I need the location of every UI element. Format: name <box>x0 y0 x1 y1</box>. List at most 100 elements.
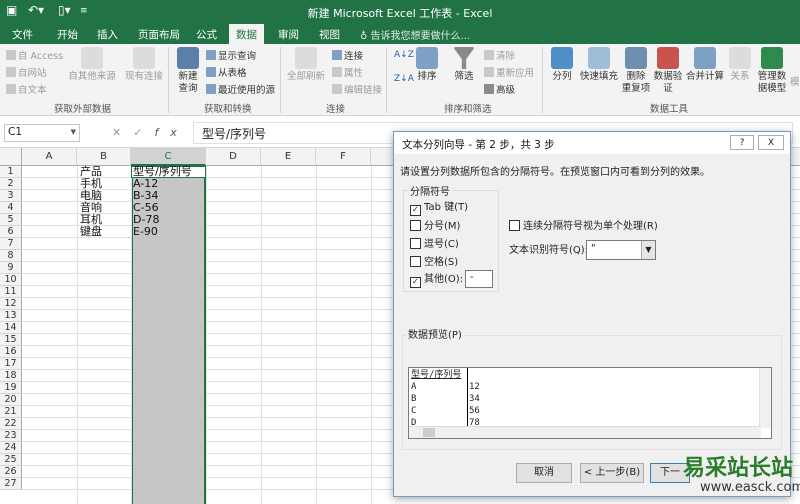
tab-review[interactable]: 审阅 <box>278 27 299 42</box>
text-qualifier-select[interactable]: " ▼ <box>586 240 656 260</box>
show-queries-icon <box>206 50 216 60</box>
sort-desc-icon[interactable]: Z↓A <box>394 74 414 84</box>
semicolon-delimiter-checkbox[interactable]: 分号(M) <box>410 220 460 233</box>
row-header[interactable]: 22 <box>0 418 22 430</box>
refresh-all-button[interactable]: 全部刷新 <box>284 47 328 83</box>
tell-me-box[interactable]: ♁ 告诉我您想要做什么... <box>360 27 470 42</box>
row-header[interactable]: 2 <box>0 178 22 190</box>
from-other-sources-button[interactable]: 自其他来源 <box>66 47 118 83</box>
back-button[interactable]: < 上一步(B) <box>580 463 644 483</box>
select-all-corner[interactable] <box>0 148 22 166</box>
preview-horizontal-scrollbar[interactable] <box>409 426 761 438</box>
tab-formulas[interactable]: 公式 <box>196 27 217 42</box>
row-header[interactable]: 27 <box>0 478 22 490</box>
tab-home[interactable]: 开始 <box>57 27 78 42</box>
row-header[interactable]: 5 <box>0 214 22 226</box>
row-header[interactable]: 1 <box>0 166 22 178</box>
row-header[interactable]: 15 <box>0 334 22 346</box>
row-header[interactable]: 9 <box>0 262 22 274</box>
column-header-d[interactable]: D <box>206 148 261 166</box>
reapply-button[interactable]: 重新应用 <box>484 65 534 79</box>
flash-fill-icon <box>588 47 610 69</box>
chevron-down-icon[interactable]: ▼ <box>71 128 76 136</box>
text-to-columns-button[interactable]: 分列 <box>548 47 576 83</box>
tab-data[interactable]: 数据 <box>229 24 264 44</box>
text-file-icon <box>6 84 16 94</box>
sort-button[interactable]: 排序 <box>412 47 442 83</box>
data-model-icon <box>761 47 783 69</box>
row-header[interactable]: 10 <box>0 274 22 286</box>
tab-insert[interactable]: 插入 <box>97 27 118 42</box>
preview-vertical-scrollbar[interactable] <box>759 368 771 428</box>
preview-cell: 56 <box>469 406 480 416</box>
row-header[interactable]: 4 <box>0 202 22 214</box>
cell-c6[interactable]: E-90 <box>133 226 158 238</box>
row-header[interactable]: 25 <box>0 454 22 466</box>
other-delimiter-input[interactable]: - <box>465 270 493 288</box>
consolidate-button[interactable]: 合并计算 <box>684 47 726 83</box>
tab-view[interactable]: 视图 <box>319 27 340 42</box>
from-web-button[interactable]: 自网站 <box>6 65 47 79</box>
properties-button[interactable]: 属性 <box>332 65 363 79</box>
row-header[interactable]: 23 <box>0 430 22 442</box>
row-header[interactable]: 6 <box>0 226 22 238</box>
row-header[interactable]: 14 <box>0 322 22 334</box>
column-header-b[interactable]: B <box>77 148 131 166</box>
column-header-c[interactable]: C <box>131 148 206 166</box>
tab-file[interactable]: 文件 <box>12 27 33 42</box>
tab-page-layout[interactable]: 页面布局 <box>138 27 180 42</box>
recent-sources-button[interactable]: 最近使用的源 <box>206 82 275 96</box>
row-header[interactable]: 7 <box>0 238 22 250</box>
row-header[interactable]: 8 <box>0 250 22 262</box>
row-header[interactable]: 11 <box>0 286 22 298</box>
column-header-a[interactable]: A <box>22 148 77 166</box>
close-button[interactable]: X <box>758 135 784 150</box>
data-model-button[interactable]: 管理数 据模型 <box>756 47 788 95</box>
from-table-button[interactable]: 从表格 <box>206 65 247 79</box>
connections-button[interactable]: 连接 <box>332 48 363 62</box>
row-header[interactable]: 17 <box>0 358 22 370</box>
tab-delimiter-checkbox[interactable]: ✓ Tab 键(T) <box>410 202 468 216</box>
new-query-button[interactable]: 新建 查询 <box>172 47 204 95</box>
row-header[interactable]: 12 <box>0 298 22 310</box>
from-text-button[interactable]: 自文本 <box>6 82 47 96</box>
show-queries-button[interactable]: 显示查询 <box>206 48 256 62</box>
advanced-filter-button[interactable]: 高级 <box>484 82 515 96</box>
space-delimiter-checkbox[interactable]: 空格(S) <box>410 256 458 269</box>
column-header-e[interactable]: E <box>261 148 316 166</box>
row-header[interactable]: 21 <box>0 406 22 418</box>
chevron-down-icon[interactable]: ▼ <box>641 241 655 259</box>
more-button[interactable]: 模 <box>790 74 800 88</box>
preview-cell: 型号/序列号 <box>411 370 462 380</box>
sort-asc-icon[interactable]: A↓Z <box>394 50 414 60</box>
relationships-button[interactable]: 关系 <box>726 47 754 83</box>
checkbox-empty-icon <box>410 256 421 267</box>
row-header[interactable]: 3 <box>0 190 22 202</box>
existing-connections-button[interactable]: 现有连接 <box>122 47 166 83</box>
row-header[interactable]: 26 <box>0 466 22 478</box>
row-header[interactable]: 19 <box>0 382 22 394</box>
access-icon <box>6 50 16 60</box>
data-preview[interactable]: 型号/序列号 A B C D 12 34 56 78 <box>408 367 772 439</box>
consecutive-delimiters-checkbox[interactable]: 连续分隔符号视为单个处理(R) <box>509 220 658 233</box>
other-delimiter-checkbox[interactable]: ✓ 其他(O): <box>410 274 463 288</box>
row-header[interactable]: 16 <box>0 346 22 358</box>
help-button[interactable]: ? <box>730 135 754 150</box>
from-access-button[interactable]: 自 Access <box>6 48 63 62</box>
cell-b6[interactable]: 键盘 <box>80 226 102 238</box>
row-header[interactable]: 24 <box>0 442 22 454</box>
name-box[interactable]: C1 ▼ <box>4 124 80 142</box>
clear-filter-button[interactable]: 清除 <box>484 48 515 62</box>
data-validation-button[interactable]: 数据验 证 <box>652 47 684 95</box>
row-header[interactable]: 13 <box>0 310 22 322</box>
row-header[interactable]: 18 <box>0 370 22 382</box>
remove-duplicates-button[interactable]: 删除 重复项 <box>620 47 652 95</box>
column-header-f[interactable]: F <box>316 148 371 166</box>
flash-fill-button[interactable]: 快速填充 <box>578 47 620 83</box>
row-header[interactable]: 20 <box>0 394 22 406</box>
group-label-sort-filter: 排序和筛选 <box>444 104 492 115</box>
filter-button[interactable]: 筛选 <box>448 47 480 83</box>
comma-delimiter-checkbox[interactable]: 逗号(C) <box>410 238 459 251</box>
edit-links-button[interactable]: 编辑链接 <box>332 82 382 96</box>
cancel-button[interactable]: 取消 <box>516 463 572 483</box>
